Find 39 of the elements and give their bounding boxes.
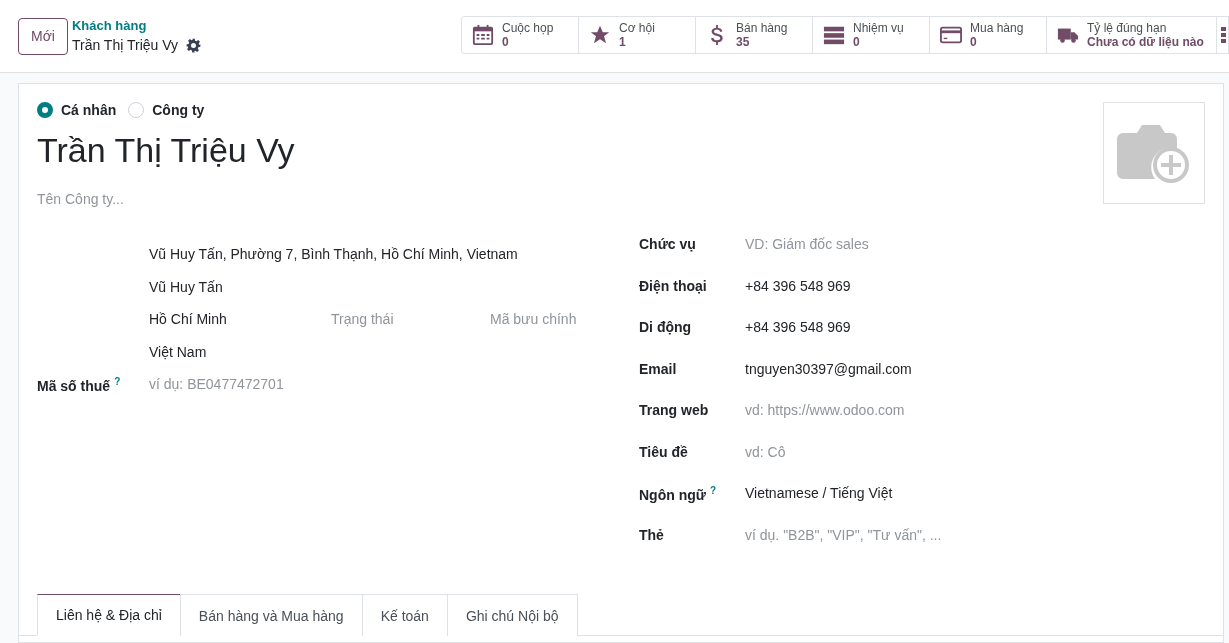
breadcrumb-link[interactable]: Khách hàng bbox=[71, 17, 202, 35]
radio-option[interactable]: Công ty bbox=[128, 102, 205, 118]
tab[interactable]: Kế toán bbox=[361, 594, 448, 636]
new-button[interactable]: Mới bbox=[18, 17, 68, 55]
field-value[interactable]: +84 396 548 969 bbox=[745, 319, 851, 335]
country-field[interactable]: Việt Nam bbox=[149, 343, 207, 360]
field-label: Email bbox=[639, 360, 677, 377]
field-label: Mã số thuế $^{?}$ bbox=[37, 376, 121, 394]
radio-label: Cá nhân bbox=[61, 102, 117, 118]
field-label: Tiêu đề bbox=[639, 443, 688, 460]
stat-button[interactable]: Cuộc họp 0 bbox=[462, 17, 579, 53]
settings-icon[interactable] bbox=[186, 37, 202, 53]
star-icon bbox=[589, 24, 611, 46]
city-field[interactable]: Hồ Chí Minh bbox=[149, 311, 331, 327]
radio-icon[interactable] bbox=[37, 102, 53, 118]
credit-card-icon bbox=[940, 24, 962, 46]
address-summary: Vũ Huy Tấn, Phường 7, Bình Thạnh, Hồ Chí Minh, Vietnam bbox=[149, 246, 518, 262]
tab[interactable]: Liên hệ & Địa chỉ bbox=[37, 594, 181, 636]
calendar-icon bbox=[472, 24, 494, 46]
field-label: Thẻ bbox=[639, 526, 664, 543]
field-value[interactable]: +84 396 548 969 bbox=[745, 277, 851, 294]
contact-name[interactable]: Trần Thị Triệu Vy bbox=[37, 128, 295, 172]
street-field[interactable]: Vũ Huy Tấn bbox=[149, 278, 223, 295]
tab[interactable]: Ghi chú Nội bộ bbox=[446, 594, 578, 636]
field-label: Trang web bbox=[639, 402, 709, 418]
help-tooltip[interactable]: ? bbox=[709, 485, 716, 496]
radio-option[interactable]: Cá nhân bbox=[37, 102, 117, 118]
radio-label: Công ty bbox=[152, 102, 205, 118]
field-label: Ngôn ngữ $^{?}$ bbox=[639, 485, 716, 503]
tab[interactable]: Bán hàng và Mua hàng bbox=[179, 594, 363, 636]
kebab-icon bbox=[1221, 26, 1226, 44]
field-value[interactable]: tnguyen30397@gmail.com bbox=[745, 360, 912, 377]
field-label: Di động bbox=[639, 319, 692, 335]
field-label: Điện thoại bbox=[639, 277, 707, 294]
field-label: Chức vụ bbox=[639, 236, 696, 252]
record-title: Trần Thị Triệu Vy bbox=[71, 36, 179, 55]
tasks-icon bbox=[823, 24, 845, 46]
field-value[interactable]: Vietnamese / Tiếng Việt bbox=[745, 485, 893, 501]
help-tooltip[interactable]: ? bbox=[114, 376, 121, 387]
